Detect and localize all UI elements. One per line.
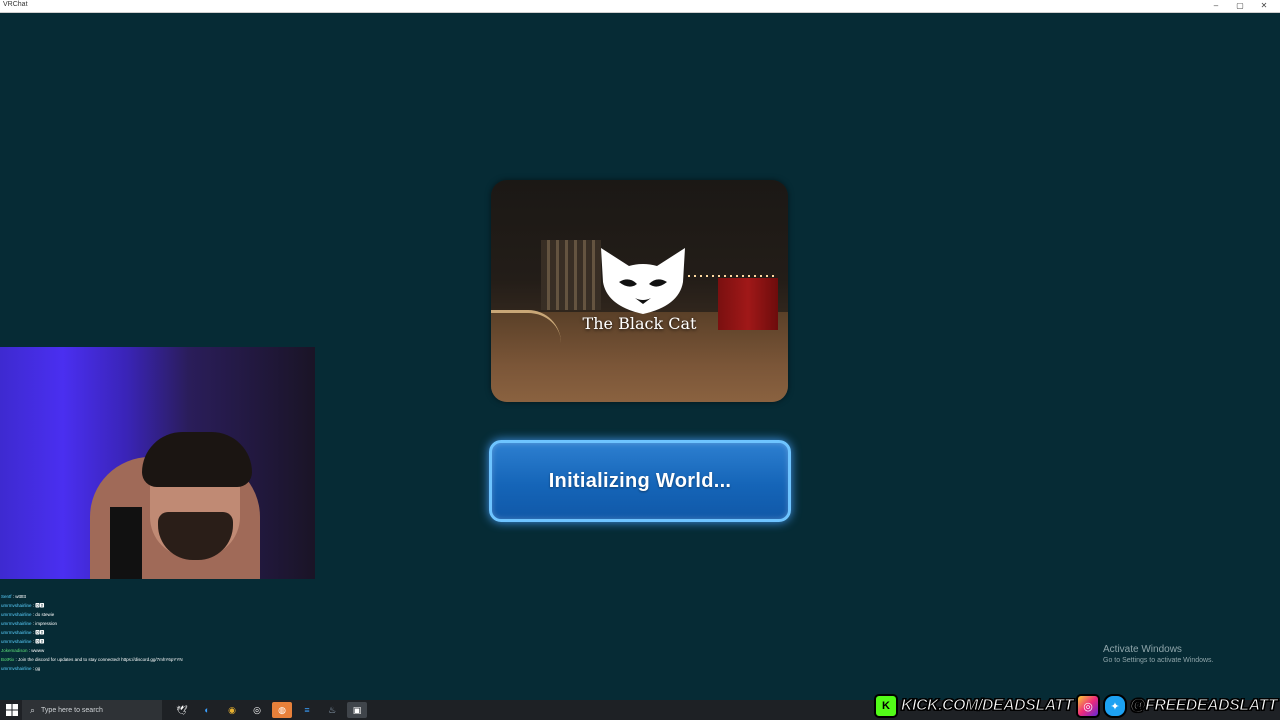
minimize-button[interactable]: – [1204,0,1228,12]
chat-message: umrmvshairline : gg [1,666,41,671]
taskbar-search-placeholder: Type here to search [41,706,103,714]
chat-message: umrmvshairline : do stewie [1,612,55,617]
chrome-icon[interactable]: ◉ [222,702,242,718]
chat-message: umrmvshairline : 🅳🅳 [1,630,45,635]
taskbar-search-box[interactable]: ⌕ Type here to search [22,700,162,720]
close-button[interactable]: ✕ [1252,0,1276,12]
webcam-shirt-strap [110,507,142,579]
chat-message: umrmvshairline : impression [1,621,58,626]
window-titlebar: VRChat – ▢ ✕ [0,0,1280,13]
stream-chat: Sentf : wtttttt umrmvshairline : 🅳🅳 umrm… [1,592,231,673]
chat-message: umrmvshairline : 🅳🅳 [1,603,45,608]
taskbar-apps: 🕊 ◐ ◉ ◎ ◍ ≡ ♨ ▣ [172,702,367,718]
window-title: VRChat [3,1,28,8]
social-handle: @FREEDEADSLATT [1130,697,1278,715]
obs-icon[interactable]: ◎ [247,702,267,718]
world-pillars [541,240,601,310]
activate-windows-subtitle: Go to Settings to activate Windows. [1103,657,1214,664]
social-overlay: K KICK.COM/DEADSLATT ◎ ✦ @FREEDEADSLATT [874,693,1278,719]
chat-message: BotRix : Join the discord for updates an… [1,657,183,662]
maximize-button[interactable]: ▢ [1228,0,1252,12]
chat-message: Sentf : wtttttt [1,594,27,599]
world-string-lights [688,275,778,277]
window-controls: – ▢ ✕ [1204,0,1276,12]
webcam-person-hair [142,432,252,487]
cat-head-icon [601,248,685,314]
orange-app-icon[interactable]: ◍ [272,702,292,718]
edge-icon[interactable]: ◐ [197,702,217,718]
kick-url: KICK.COM/DEADSLATT [900,697,1074,715]
world-thumbnail: The Black Cat [491,180,788,402]
initializing-world-label: Initializing World... [548,469,732,492]
chat-message: Jokemadison : wwww [1,648,45,653]
activate-windows-title: Activate Windows [1103,644,1182,655]
activate-windows-watermark: Activate Windows Go to Settings to activ… [1103,644,1214,664]
initializing-world-status: Initializing World... [489,440,791,522]
steam-icon[interactable]: ♨ [322,702,342,718]
search-icon: ⌕ [30,704,36,715]
chat-message: umrmvshairline : 🅳🅳 [1,639,45,644]
twitter-icon: ✦ [1103,694,1128,718]
vrchat-icon[interactable]: ▣ [347,702,367,718]
streamer-webcam [0,347,315,579]
world-name: The Black Cat [582,314,697,333]
windows-start-icon[interactable] [6,704,18,716]
vscode-icon[interactable]: ≡ [297,702,317,718]
instagram-icon: ◎ [1076,694,1101,718]
pigeon-icon[interactable]: 🕊 [172,702,192,718]
kick-icon: K [874,694,898,718]
